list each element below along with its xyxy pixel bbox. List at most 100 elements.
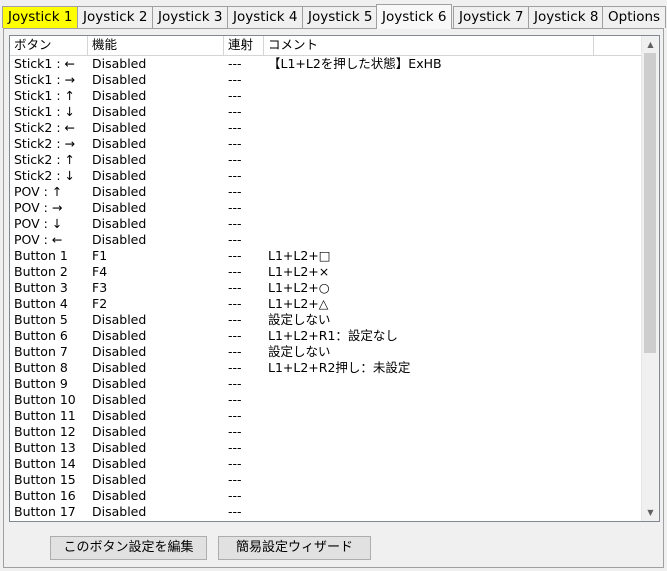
row-rapid-fire: --- xyxy=(228,408,242,423)
row-function: Disabled xyxy=(92,392,147,407)
list-item[interactable]: Stick2 : ↑ Disabled --- xyxy=(10,152,642,168)
list-item[interactable]: POV : ← Disabled --- xyxy=(10,232,642,248)
row-function: Disabled xyxy=(92,136,147,151)
list-rows: Stick1 : ← Disabled --- 【L1+L2を押した状態】ExHB St… xyxy=(10,56,642,521)
row-button-name: Button 9 xyxy=(14,376,68,391)
list-item[interactable]: Button 7 Disabled --- 設定しない xyxy=(10,344,642,360)
row-function: Disabled xyxy=(92,488,147,503)
edit-button-setting-button[interactable]: このボタン設定を編集 xyxy=(50,536,207,560)
list-item[interactable]: Button 17 Disabled --- xyxy=(10,504,642,520)
row-button-name: Stick2 : → xyxy=(14,136,76,151)
row-function: F3 xyxy=(92,280,108,295)
row-rapid-fire: --- xyxy=(228,312,242,327)
list-item[interactable]: Button 5 Disabled --- 設定しない xyxy=(10,312,642,328)
row-button-name: Stick2 : ← xyxy=(14,120,76,135)
list-header: ボタン 機能 連射 コメント xyxy=(10,36,659,56)
row-rapid-fire: --- xyxy=(228,424,242,439)
tab-joystick-6[interactable]: Joystick 6 xyxy=(376,4,453,29)
row-rapid-fire: --- xyxy=(228,280,242,295)
row-rapid-fire: --- xyxy=(228,152,242,167)
list-item[interactable]: Stick2 : → Disabled --- xyxy=(10,136,642,152)
tab-joystick-4[interactable]: Joystick 4 xyxy=(227,6,304,28)
row-button-name: POV : → xyxy=(14,200,63,215)
row-rapid-fire: --- xyxy=(228,248,242,263)
list-item[interactable]: POV : → Disabled --- xyxy=(10,200,642,216)
row-rapid-fire: --- xyxy=(228,136,242,151)
list-item[interactable]: Stick1 : → Disabled --- xyxy=(10,72,642,88)
tab-joystick-5[interactable]: Joystick 5 xyxy=(302,6,379,28)
list-item[interactable]: POV : ↓ Disabled --- xyxy=(10,216,642,232)
tab-options[interactable]: Options xyxy=(602,6,667,28)
tab-joystick-1[interactable]: Joystick 1 xyxy=(2,6,79,28)
row-function: Disabled xyxy=(92,520,146,521)
row-button-name: Button 2 xyxy=(14,264,68,279)
scrollbar-thumb[interactable] xyxy=(644,53,656,353)
row-comment: 設定しない xyxy=(268,312,331,327)
tab-bar: Joystick 1 Joystick 2 Joystick 3 Joystic… xyxy=(2,4,667,29)
row-button-name: POV : ↑ xyxy=(14,184,63,199)
tab-joystick-2[interactable]: Joystick 2 xyxy=(77,6,154,28)
row-function: Disabled xyxy=(92,344,147,359)
row-button-name: Button 8 xyxy=(14,360,68,375)
scroll-down-arrow-icon[interactable]: ▼ xyxy=(642,504,659,521)
column-header-rapid[interactable]: 連射 xyxy=(224,36,264,55)
list-item[interactable]: Button 16 Disabled --- xyxy=(10,488,642,504)
row-rapid-fire: --- xyxy=(228,88,242,103)
list-item[interactable]: Button 3 F3 --- L1+L2+○ xyxy=(10,280,642,296)
tab-joystick-7[interactable]: Joystick 7 xyxy=(453,6,530,28)
simple-setup-wizard-button[interactable]: 簡易設定ウィザード xyxy=(218,536,371,560)
row-rapid-fire: --- xyxy=(228,360,242,375)
vertical-scrollbar[interactable]: ▲ ▼ xyxy=(641,36,659,521)
row-button-name: Button 3 xyxy=(14,280,68,295)
row-function: Disabled xyxy=(92,200,147,215)
list-item[interactable]: Stick1 : ↓ Disabled --- xyxy=(10,104,642,120)
row-function: F1 xyxy=(92,248,108,263)
row-rapid-fire: --- xyxy=(228,504,242,519)
list-item[interactable]: Button 10 Disabled --- xyxy=(10,392,642,408)
list-item[interactable]: Stick2 : ← Disabled --- xyxy=(10,120,642,136)
row-button-name: Stick1 : ↑ xyxy=(14,88,76,103)
row-rapid-fire: --- xyxy=(228,520,242,521)
row-comment: 【L1+L2を押した状態】ExHB xyxy=(268,56,442,71)
row-function: Disabled xyxy=(92,184,147,199)
column-header-button[interactable]: ボタン xyxy=(10,36,88,55)
list-item[interactable]: Button 4 F2 --- L1+L2+△ xyxy=(10,296,642,312)
column-header-function[interactable]: 機能 xyxy=(88,36,224,55)
list-item[interactable]: Button 8 Disabled --- L1+L2+R2押し：未設定 xyxy=(10,360,642,376)
list-item[interactable]: Button 14 Disabled --- xyxy=(10,456,642,472)
list-item[interactable]: Stick1 : ← Disabled --- 【L1+L2を押した状態】ExHB xyxy=(10,56,642,72)
list-item[interactable]: Button 2 F4 --- L1+L2+× xyxy=(10,264,642,280)
row-function: Disabled xyxy=(92,472,147,487)
row-button-name: Stick2 : ↑ xyxy=(14,152,76,167)
list-item[interactable]: Button 18 Disabled --- xyxy=(10,520,642,521)
list-item[interactable]: Button 12 Disabled --- xyxy=(10,424,642,440)
row-function: F2 xyxy=(92,296,108,311)
tab-joystick-8[interactable]: Joystick 8 xyxy=(528,6,605,28)
row-rapid-fire: --- xyxy=(228,184,242,199)
button-assignment-list[interactable]: ボタン 機能 連射 コメント Stick1 : ← Disabled --- 【L1+… xyxy=(9,35,660,522)
row-rapid-fire: --- xyxy=(228,376,242,391)
row-rapid-fire: --- xyxy=(228,456,242,471)
row-function: Disabled xyxy=(92,312,147,327)
row-rapid-fire: --- xyxy=(228,168,242,183)
list-item[interactable]: Stick2 : ↓ Disabled --- xyxy=(10,168,642,184)
list-item[interactable]: Button 9 Disabled --- xyxy=(10,376,642,392)
row-button-name: Button 7 xyxy=(14,344,68,359)
column-header-comment[interactable]: コメント xyxy=(264,36,594,55)
list-item[interactable]: Stick1 : ↑ Disabled --- xyxy=(10,88,642,104)
row-function: Disabled xyxy=(92,168,147,183)
list-item[interactable]: Button 6 Disabled --- L1+L2+R1：設定なし xyxy=(10,328,642,344)
list-item[interactable]: Button 13 Disabled --- xyxy=(10,440,642,456)
row-function: Disabled xyxy=(92,408,147,423)
list-item[interactable]: Button 1 F1 --- L1+L2+□ xyxy=(10,248,642,264)
list-item[interactable]: Button 11 Disabled --- xyxy=(10,408,642,424)
list-item[interactable]: POV : ↑ Disabled --- xyxy=(10,184,642,200)
tab-joystick-3[interactable]: Joystick 3 xyxy=(152,6,229,28)
row-rapid-fire: --- xyxy=(228,344,242,359)
row-rapid-fire: --- xyxy=(228,440,242,455)
row-button-name: Button 10 xyxy=(14,392,76,407)
list-item[interactable]: Button 15 Disabled --- xyxy=(10,472,642,488)
scroll-up-arrow-icon[interactable]: ▲ xyxy=(642,36,659,53)
row-button-name: Button 17 xyxy=(14,504,76,519)
row-rapid-fire: --- xyxy=(228,120,242,135)
